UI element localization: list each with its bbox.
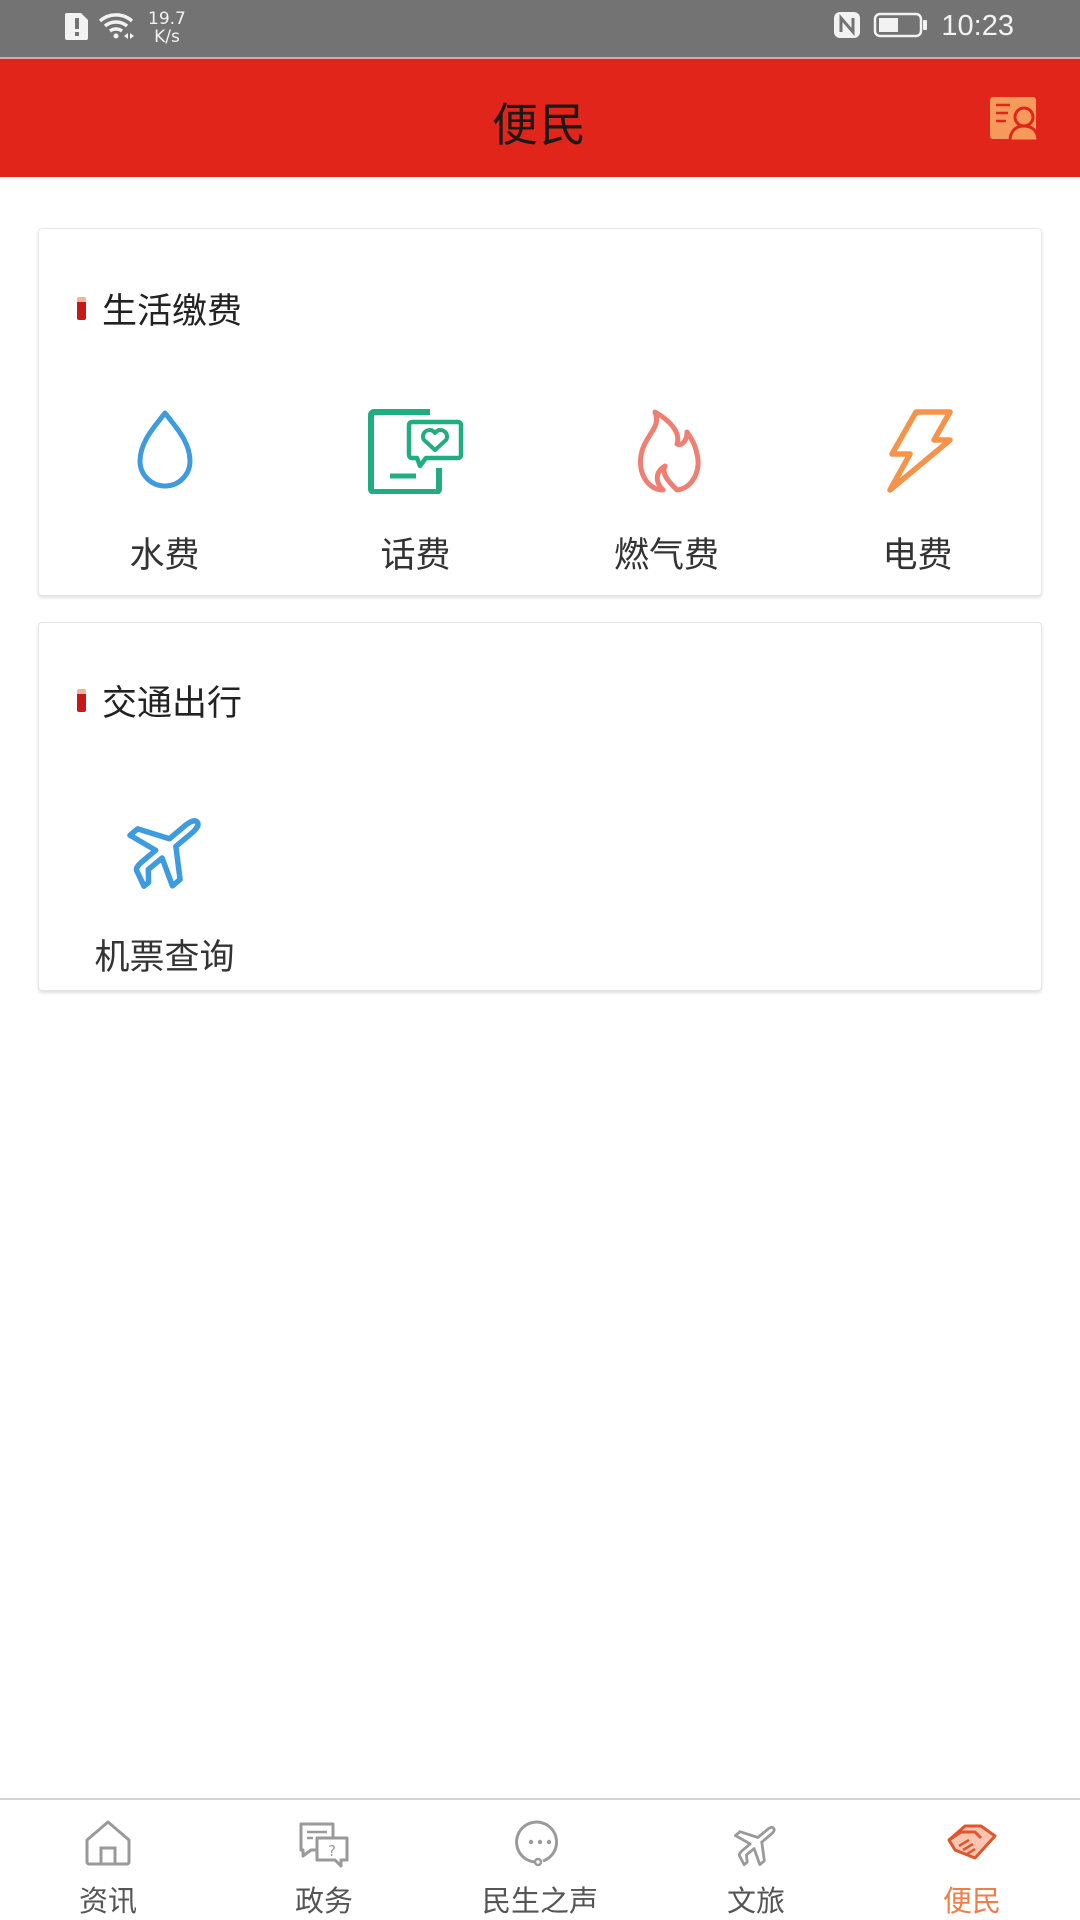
app-header: 便民 <box>0 57 1080 177</box>
section-header: 交通出行 <box>77 675 242 726</box>
sim-alert-icon <box>64 11 90 45</box>
section-card-bill-payment: 生活缴费 水费 话费 燃气费 电费 <box>38 228 1042 596</box>
section-title: 交通出行 <box>102 684 243 724</box>
airplane-icon <box>115 803 215 895</box>
home-icon <box>81 1818 135 1868</box>
tab-public-voice[interactable]: 民生之声 <box>432 1800 648 1920</box>
section-title: 生活缴费 <box>102 292 243 332</box>
water-drop-icon <box>115 405 215 497</box>
clock: 10:23 <box>941 10 1014 42</box>
service-label: 燃气费 <box>613 536 719 576</box>
battery-icon <box>873 11 929 43</box>
contact-card-icon <box>988 97 1042 147</box>
network-speed: 19.7 K/s <box>148 10 186 46</box>
tab-news[interactable]: 资讯 <box>0 1800 216 1920</box>
tab-convenience[interactable]: 便民 <box>864 1800 1080 1920</box>
handshake-icon <box>945 1818 999 1868</box>
tab-label: 民生之声 <box>481 1884 598 1918</box>
service-water-bill[interactable]: 水费 <box>39 405 290 578</box>
lightning-icon <box>868 405 968 497</box>
service-phone-bill[interactable]: 话费 <box>290 405 541 578</box>
tab-culture-travel[interactable]: 文旅 <box>648 1800 864 1920</box>
service-label: 机票查询 <box>94 938 235 978</box>
tab-label: 资讯 <box>78 1884 137 1918</box>
section-marker-icon <box>77 689 86 712</box>
service-label: 电费 <box>882 536 953 576</box>
page-title: 便民 <box>492 98 588 152</box>
chat-bubble-icon <box>513 1818 567 1868</box>
service-grid: 水费 话费 燃气费 电费 <box>39 405 1043 578</box>
service-grid: 机票查询 <box>39 803 1043 980</box>
section-marker-icon <box>77 297 86 320</box>
phone-message-icon <box>366 405 466 497</box>
profile-card-button[interactable] <box>988 95 1042 143</box>
airplane-icon <box>729 1818 783 1868</box>
service-label: 话费 <box>380 536 451 576</box>
status-right: 10:23 <box>833 10 1014 43</box>
service-gas-bill[interactable]: 燃气费 <box>541 405 792 578</box>
status-left: 19.7 K/s <box>64 10 186 46</box>
section-card-transport: 交通出行 机票查询 <box>38 622 1042 991</box>
tab-government[interactable]: ? 政务 <box>216 1800 432 1920</box>
consult-icon: ? <box>297 1818 351 1868</box>
status-bar: 19.7 K/s 10:23 <box>0 0 1080 57</box>
wifi-icon <box>98 11 136 45</box>
tab-label: 便民 <box>942 1884 1001 1918</box>
service-flight-query[interactable]: 机票查询 <box>39 803 290 980</box>
nfc-icon <box>833 11 861 43</box>
tab-label: 政务 <box>294 1884 353 1918</box>
section-header: 生活缴费 <box>77 283 242 334</box>
bottom-nav: 资讯 ? 政务 民生之声 文旅 便民 <box>0 1798 1080 1920</box>
network-speed-value: 19.7 <box>148 9 186 29</box>
network-speed-unit: K/s <box>154 27 180 47</box>
svg-text:?: ? <box>328 1842 336 1860</box>
tab-label: 文旅 <box>726 1884 785 1918</box>
service-label: 水费 <box>129 536 200 576</box>
flame-icon <box>617 405 717 497</box>
service-electricity-bill[interactable]: 电费 <box>792 405 1043 578</box>
